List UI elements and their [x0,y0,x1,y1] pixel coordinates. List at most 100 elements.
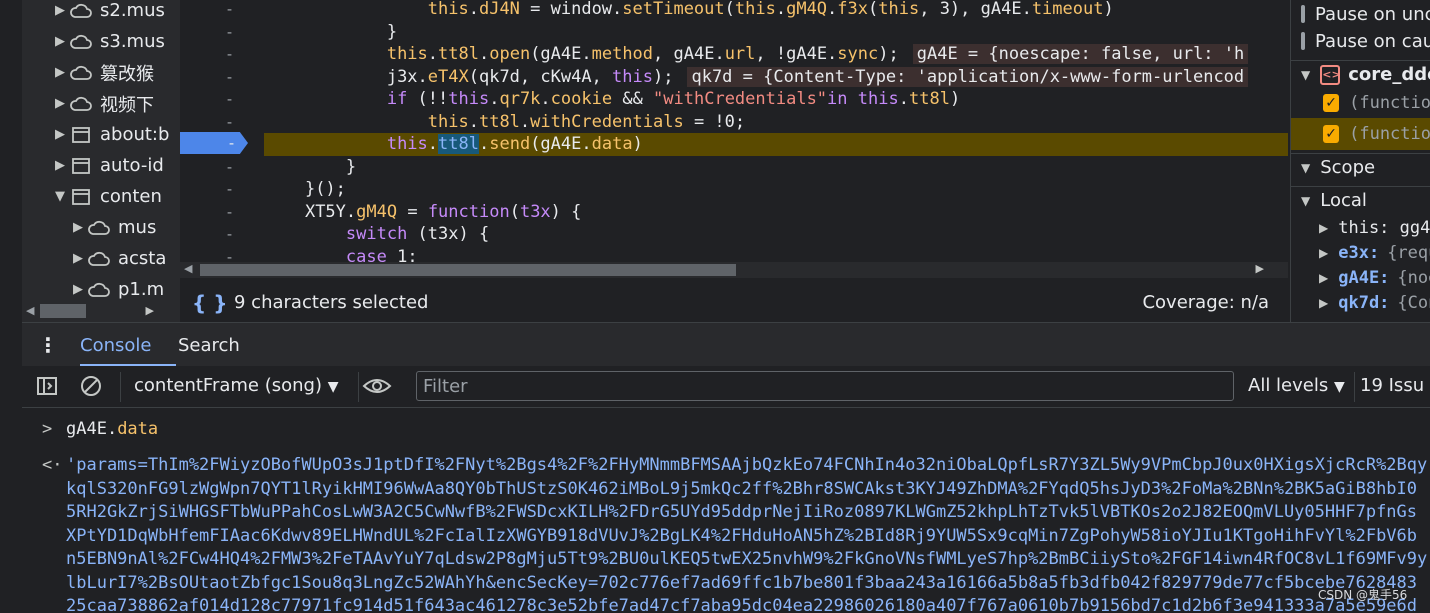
scope-var-gA4E[interactable]: ▶ gA4E: {noe [1291,264,1430,292]
code-line[interactable]: this.dJ4N = window.setTimeout(this.gM4Q.… [264,0,1288,21]
collapsed-arrow-icon[interactable]: ▶ [54,3,66,18]
issues-counter[interactable]: 19 Issu [1360,375,1424,396]
console-input-expression[interactable]: gA4E.data [66,419,158,439]
tree-item[interactable]: ▼ conten [0,181,180,212]
qk7d-key: qk7d: [1338,293,1390,313]
expand-e3x-icon[interactable]: ▶ [1319,246,1328,260]
editor-hscroll-thumb[interactable] [200,264,736,276]
code-line[interactable]: this.tt8l.withCredentials = !0; [264,111,1288,134]
code-token: (gA4E. [530,134,592,154]
editor-horizontal-scrollbar[interactable]: ◀ ▶ [180,262,1288,278]
tree-item[interactable]: ▶ s3.mus [0,26,180,57]
line-number-mark[interactable]: - [180,246,264,263]
line-number-mark[interactable]: - [180,111,264,134]
pause-caught-option[interactable]: Pause on cau [1291,27,1430,55]
line-number-mark[interactable]: - [180,43,264,66]
code-token: = window. [519,0,623,19]
code-token: qr7k [499,89,541,109]
code-line[interactable]: switch (t3x) { [264,223,1288,246]
breakpoint-item-2-active[interactable]: ✓ (functio [1291,118,1430,150]
scope-var-qk7d[interactable]: ▶ qk7d: {Con [1291,289,1430,317]
context-selector[interactable]: contentFrame (song) ▼ [134,375,339,396]
tree-item[interactable]: ▶ s2.mus [0,0,180,26]
collapsed-arrow-icon[interactable]: ▶ [54,34,66,49]
code-line[interactable]: case 1: [264,246,1288,263]
tree-item[interactable]: ▶ mus [0,212,180,243]
code-line[interactable]: XT5Y.gM4Q = function(t3x) { [264,201,1288,224]
line-number-mark[interactable]: - [180,156,264,179]
code-token: timeout [1031,0,1104,19]
code-line[interactable]: } [264,21,1288,44]
hscroll-right-arrow-icon[interactable]: ▶ [1256,262,1264,275]
call-stack-frame[interactable]: ▼ <> core_ddel [1291,60,1430,88]
scope-var-this[interactable]: ▶ this: gg4 [1291,214,1430,242]
code-line[interactable]: } [264,156,1288,179]
line-number-mark[interactable]: - [180,201,264,224]
code-token: (t3x) { [407,224,490,244]
tree-item[interactable]: ▶ p1.m [0,274,180,300]
line-number-mark[interactable]: - [180,0,264,21]
scope-section-header[interactable]: ▼ Scope [1291,153,1430,181]
tree-item[interactable]: ▶ auto-id [0,150,180,181]
line-number-mark[interactable]: - [180,178,264,201]
scroll-right-arrow-icon[interactable]: ▶ [146,304,154,317]
line-number-mark[interactable]: - [180,88,264,111]
breakpoint-1-checkbox-icon[interactable]: ✓ [1323,94,1340,112]
file-tree-scrollbar[interactable]: ◀ ▶ [22,300,180,322]
paused-code-line[interactable]: this.tt8l.send(gA4E.data) [264,133,1288,156]
line-number-mark[interactable]: - [180,21,264,44]
pause-uncaught-checkbox[interactable] [1301,5,1305,23]
console-output[interactable]: > gA4E.data <· 'params=ThIm%2FWiyzOBofWU… [22,409,1430,613]
code-line[interactable]: if (!!this.qr7k.cookie && "withCredentia… [264,88,1288,111]
code-editor[interactable]: ----------- - this.dJ4N = window.setTime… [180,0,1288,262]
sidebar-toggle-icon[interactable] [36,375,58,401]
breakpoint-marker[interactable]: - [180,132,248,154]
file-tree-scroll-thumb[interactable] [40,304,86,318]
filter-box[interactable] [416,371,1234,401]
scope-var-e3x[interactable]: ▶ e3x: {requ [1291,239,1430,267]
code-lines[interactable]: this.dJ4N = window.setTimeout(this.gM4Q.… [264,0,1288,262]
expand-gA4E-icon[interactable]: ▶ [1319,271,1328,285]
collapsed-arrow-icon[interactable]: ▶ [54,96,66,111]
expand-qk7d-icon[interactable]: ▶ [1319,296,1328,310]
pretty-print-braces-icon[interactable]: { } [192,291,227,315]
collapsed-arrow-icon[interactable]: ▶ [72,251,84,266]
collapse-triangle-icon[interactable]: ▼ [1301,68,1310,82]
clear-console-icon[interactable] [80,375,102,401]
more-tools-menu-icon[interactable]: ⋮ [38,333,58,357]
code-line[interactable]: }(); [264,178,1288,201]
tab-search[interactable]: Search [178,335,240,356]
line-number-mark[interactable]: - [180,66,264,89]
collapsed-arrow-icon[interactable]: ▶ [72,282,84,297]
pause-caught-checkbox[interactable] [1301,32,1305,50]
pause-uncaught-option[interactable]: Pause on unc [1291,0,1430,28]
line-gutter[interactable]: ----------- [180,0,264,262]
scope-collapse-icon[interactable]: ▼ [1301,161,1310,175]
collapsed-arrow-icon[interactable]: ▶ [54,158,66,173]
tree-item[interactable]: ▶ acsta [0,243,180,274]
breakpoint-item-1[interactable]: ✓ (functio [1291,89,1430,117]
filter-input[interactable] [417,372,1233,400]
tree-item[interactable]: ▶ 视频下 [0,88,180,119]
live-expression-eye-icon[interactable] [362,375,392,401]
log-levels-dropdown[interactable]: All levels ▼ [1248,375,1345,396]
local-scope-header[interactable]: ▼ Local [1291,186,1430,214]
code-token: case [345,246,387,263]
breakpoint-2-checkbox-icon[interactable]: ✓ [1323,125,1340,143]
scroll-left-arrow-icon[interactable]: ◀ [26,304,34,317]
hscroll-left-arrow-icon[interactable]: ◀ [184,262,192,275]
tab-console[interactable]: Console [80,335,151,356]
collapsed-arrow-icon[interactable]: ▶ [54,127,66,142]
code-line[interactable]: this.tt8l.open(gA4E.method, gA4E.url, !g… [264,43,1288,66]
expand-this-icon[interactable]: ▶ [1319,221,1328,235]
tree-item[interactable]: ▶ 篡改猴 [0,57,180,88]
expanded-arrow-icon[interactable]: ▼ [54,189,66,204]
tree-item[interactable]: ▶ about:b [0,119,180,150]
collapsed-arrow-icon[interactable]: ▶ [72,220,84,235]
local-collapse-icon[interactable]: ▼ [1301,194,1310,208]
collapsed-arrow-icon[interactable]: ▶ [54,65,66,80]
line-number-mark[interactable]: - [180,223,264,246]
code-token: , gA4E. [653,44,725,64]
code-line[interactable]: j3x.eT4X(qk7d, cKw4A, this); qk7d = {Cont… [264,66,1288,89]
